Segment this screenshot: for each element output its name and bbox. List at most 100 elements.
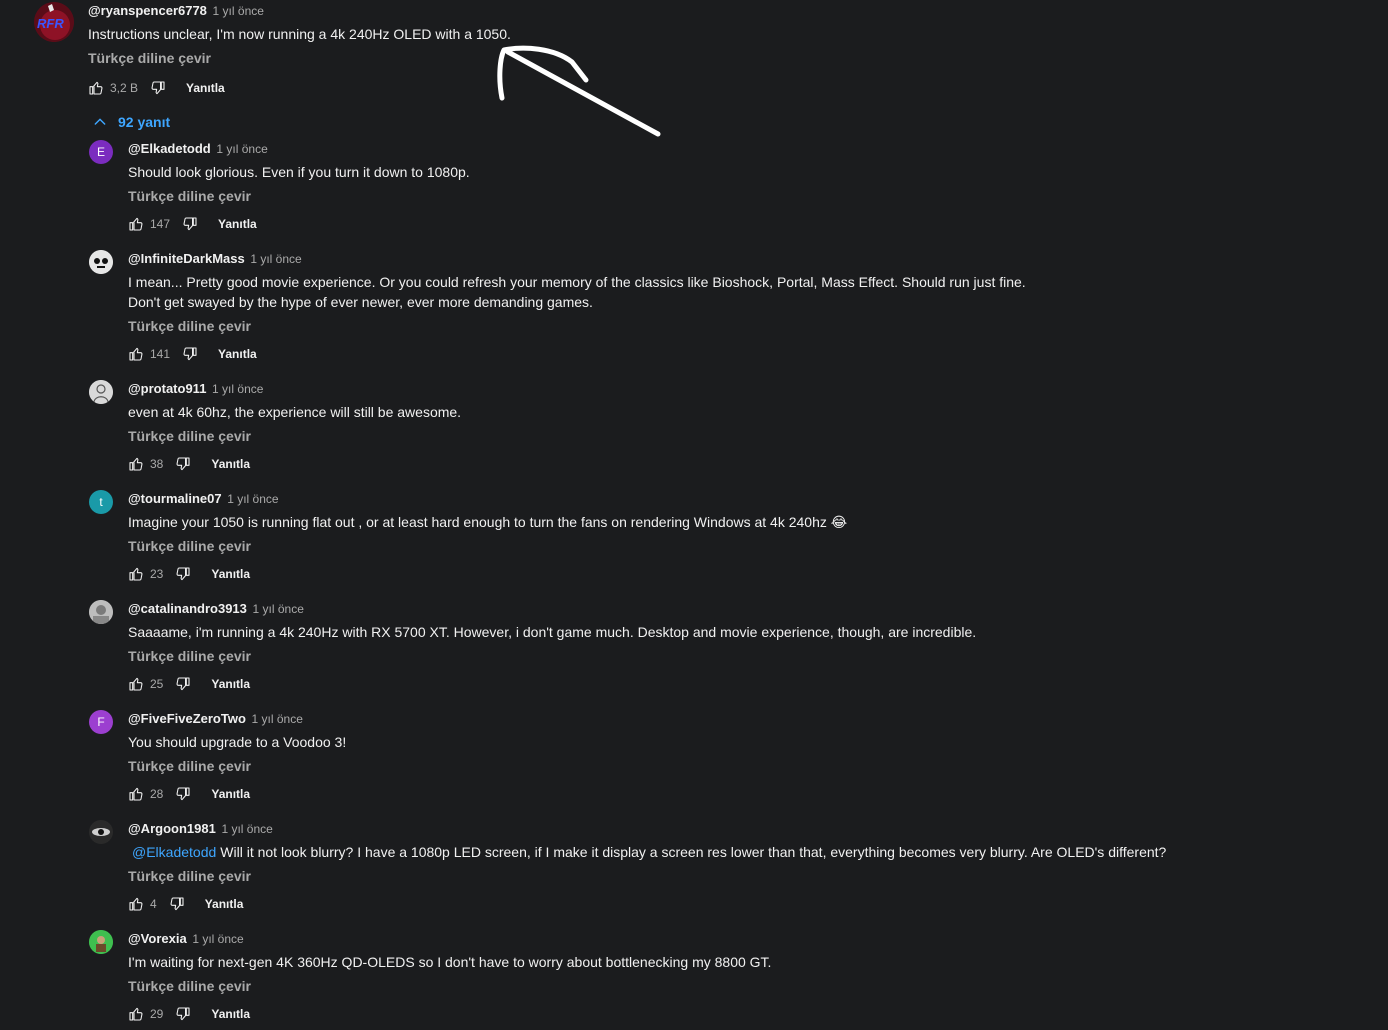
- like-button[interactable]: [128, 896, 144, 912]
- comment-body-text: Will it not look blurry? I have a 1080p …: [220, 844, 1167, 860]
- comment-time[interactable]: 1 yıl önce: [253, 602, 304, 616]
- reply-button[interactable]: Yanıtla: [211, 677, 250, 691]
- avatar-letter: E: [96, 145, 105, 159]
- comment-author[interactable]: @catalinandro3913: [128, 601, 247, 616]
- comment-text: Instructions unclear, I'm now running a …: [88, 26, 511, 42]
- reply-button[interactable]: Yanıtla: [218, 347, 257, 361]
- translate-link[interactable]: Türkçe diline çevir: [128, 976, 251, 996]
- dislike-button[interactable]: [175, 566, 191, 582]
- like-button[interactable]: [88, 80, 104, 96]
- like-button[interactable]: [128, 1006, 144, 1022]
- avatar[interactable]: t: [89, 490, 113, 514]
- channel-avatar-icon: RFR: [34, 2, 74, 42]
- dislike-button[interactable]: [175, 676, 191, 692]
- character-avatar-icon: [89, 930, 113, 954]
- comment-meta: @tourmaline07 1 yıl önce: [128, 490, 1358, 508]
- comment-author[interactable]: @protato911: [128, 381, 206, 396]
- translate-link[interactable]: Türkçe diline çevir: [88, 48, 211, 68]
- comment-author[interactable]: @InfiniteDarkMass: [128, 251, 245, 266]
- thumbs-down-icon: [170, 897, 184, 911]
- comment-time[interactable]: 1 yıl önce: [250, 252, 301, 266]
- like-count: 147: [150, 217, 171, 231]
- comment-author[interactable]: @tourmaline07: [128, 491, 222, 506]
- comment-time[interactable]: 1 yıl önce: [212, 382, 263, 396]
- like-button[interactable]: [128, 566, 144, 582]
- comment-author[interactable]: @Elkadetodd: [128, 141, 211, 156]
- dislike-button[interactable]: [182, 346, 198, 362]
- comment-time[interactable]: 1 yıl önce: [227, 492, 278, 506]
- dislike-button[interactable]: [175, 1006, 191, 1022]
- comment-time[interactable]: 1 yıl önce: [252, 712, 303, 726]
- translate-link[interactable]: Türkçe diline çevir: [128, 426, 251, 446]
- avatar-letter: F: [97, 715, 105, 729]
- avatar[interactable]: [89, 600, 113, 624]
- like-button[interactable]: [128, 786, 144, 802]
- comment-actions: 147 Yanıtla: [128, 212, 1358, 236]
- thumbs-up-icon: [129, 217, 143, 231]
- comment-author[interactable]: @FiveFiveZeroTwo: [128, 711, 246, 726]
- like-button[interactable]: [128, 216, 144, 232]
- comment-text: Imagine your 1050 is running flat out , …: [128, 514, 848, 530]
- sketch-avatar-icon: [89, 380, 113, 404]
- comment-author[interactable]: @Argoon1981: [128, 821, 216, 836]
- like-button[interactable]: [128, 676, 144, 692]
- like-count: 38: [150, 457, 164, 471]
- thumbs-down-icon: [176, 1007, 190, 1021]
- photo-avatar-icon: [89, 600, 113, 624]
- comment-author[interactable]: @Vorexia: [128, 931, 187, 946]
- translate-link[interactable]: Türkçe diline çevir: [128, 866, 251, 886]
- dislike-button[interactable]: [182, 216, 198, 232]
- comment-time[interactable]: 1 yıl önce: [192, 932, 243, 946]
- comment-meta: @Argoon1981 1 yıl önce: [128, 820, 1358, 838]
- avatar[interactable]: [89, 380, 113, 404]
- comment-actions: 25 Yanıtla: [128, 672, 1358, 696]
- thumbs-up-icon: [129, 567, 143, 581]
- thumbs-up-icon: [129, 787, 143, 801]
- translate-link[interactable]: Türkçe diline çevir: [128, 316, 251, 336]
- like-count: 3,2 B: [110, 81, 139, 95]
- comment-actions: 23 Yanıtla: [128, 562, 1358, 586]
- translate-link[interactable]: Türkçe diline çevir: [128, 536, 251, 556]
- avatar[interactable]: E: [89, 140, 113, 164]
- thumbs-down-icon: [176, 677, 190, 691]
- comment-time[interactable]: 1 yıl önce: [213, 4, 264, 18]
- comment-actions: 28 Yanıtla: [128, 782, 1358, 806]
- dislike-button[interactable]: [150, 80, 166, 96]
- reply-button[interactable]: Yanıtla: [205, 897, 244, 911]
- like-count: 29: [150, 1007, 164, 1021]
- reply-button[interactable]: Yanıtla: [218, 217, 257, 231]
- avatar[interactable]: RFR: [34, 2, 74, 42]
- comment-meta: @Vorexia 1 yıl önce: [128, 930, 1358, 948]
- reply-button[interactable]: Yanıtla: [211, 457, 250, 471]
- dislike-button[interactable]: [169, 896, 185, 912]
- like-button[interactable]: [128, 346, 144, 362]
- mention-link[interactable]: @Elkadetodd: [132, 844, 216, 860]
- comment-text: I'm waiting for next-gen 4K 360Hz QD-OLE…: [128, 954, 772, 970]
- avatar[interactable]: F: [89, 710, 113, 734]
- like-count: 23: [150, 567, 164, 581]
- dislike-button[interactable]: [175, 456, 191, 472]
- avatar[interactable]: [89, 930, 113, 954]
- avatar[interactable]: [89, 250, 113, 274]
- reply-button[interactable]: Yanıtla: [211, 787, 250, 801]
- reply-button[interactable]: Yanıtla: [211, 1007, 250, 1021]
- reply-button[interactable]: Yanıtla: [186, 81, 225, 95]
- replies-toggle[interactable]: 92 yanıt: [92, 112, 170, 132]
- thumbs-down-icon: [183, 347, 197, 361]
- thumbs-down-icon: [176, 567, 190, 581]
- like-count: 141: [150, 347, 171, 361]
- like-count: 25: [150, 677, 164, 691]
- comment-author[interactable]: @ryanspencer6778: [88, 3, 207, 18]
- comment-meta: @FiveFiveZeroTwo 1 yıl önce: [128, 710, 1358, 728]
- reply-button[interactable]: Yanıtla: [211, 567, 250, 581]
- thumbs-up-icon: [129, 897, 143, 911]
- dislike-button[interactable]: [175, 786, 191, 802]
- avatar[interactable]: [89, 820, 113, 844]
- translate-link[interactable]: Türkçe diline çevir: [128, 646, 251, 666]
- translate-link[interactable]: Türkçe diline çevir: [128, 186, 251, 206]
- comment-time[interactable]: 1 yıl önce: [216, 142, 267, 156]
- translate-link[interactable]: Türkçe diline çevir: [128, 756, 251, 776]
- comment-time[interactable]: 1 yıl önce: [221, 822, 272, 836]
- like-button[interactable]: [128, 456, 144, 472]
- comment-text: even at 4k 60hz, the experience will sti…: [128, 404, 462, 420]
